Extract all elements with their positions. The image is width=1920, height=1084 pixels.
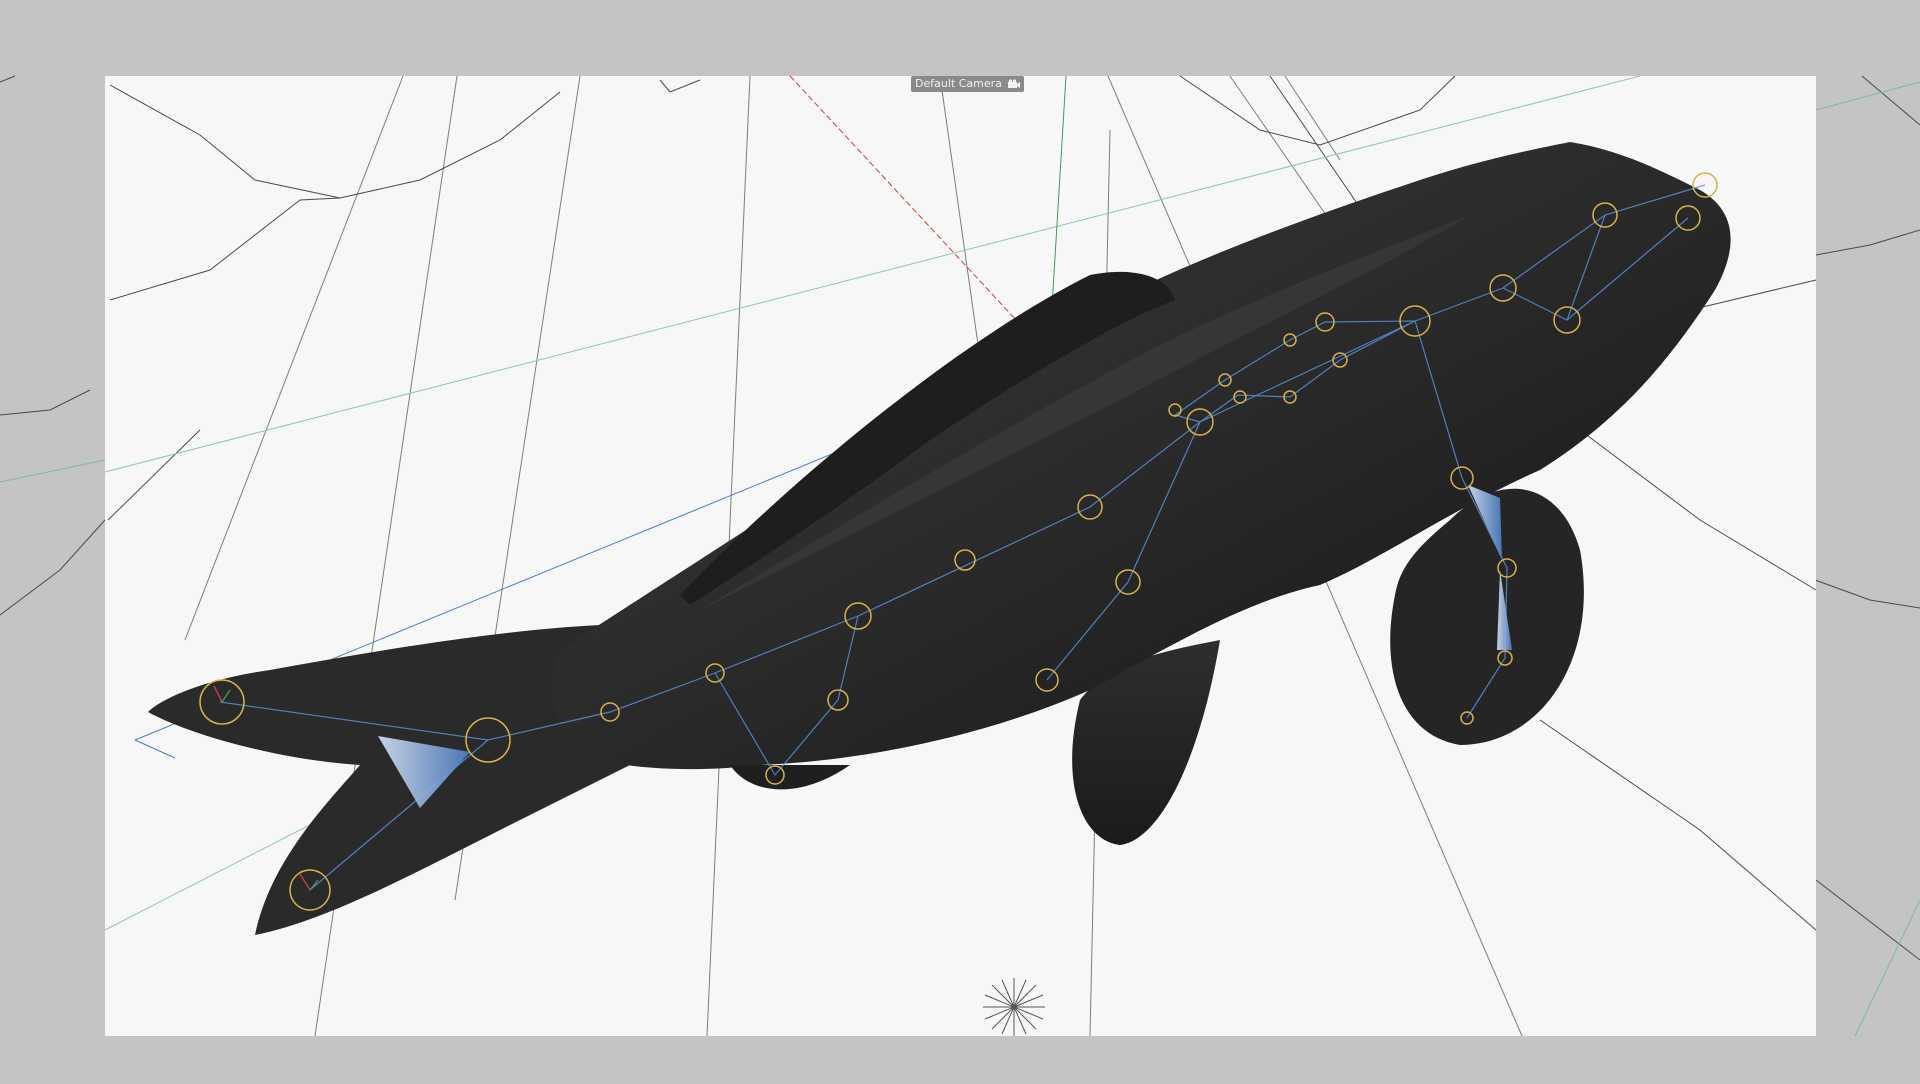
viewport-canvas[interactable] [0, 0, 1920, 1080]
camera-label-text: Default Camera [915, 77, 1002, 90]
camera-icon[interactable] [1007, 79, 1021, 89]
active-camera-label[interactable]: Default Camera [911, 76, 1024, 92]
3d-viewport[interactable]: Default Camera [0, 0, 1920, 1080]
